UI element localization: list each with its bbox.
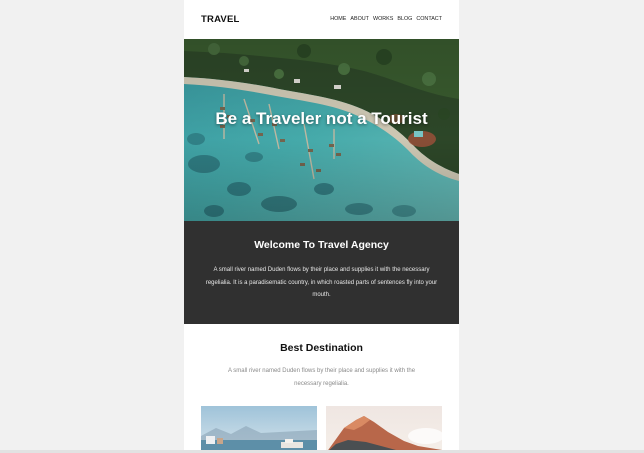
coast-photo: [201, 406, 317, 453]
destination-image-coast[interactable]: [201, 406, 317, 453]
hero-aerial-image: [184, 39, 459, 221]
mountain-photo: [326, 406, 442, 453]
email-header: TRAVEL HOME ABOUT WORKS BLOG CONTACT: [184, 0, 459, 39]
welcome-paragraph: A small river named Duden flows by their…: [205, 267, 438, 298]
nav-works-link[interactable]: WORKS: [373, 15, 393, 23]
destination-image-mountain[interactable]: [326, 406, 442, 453]
welcome-heading: Welcome To Travel Agency: [254, 239, 389, 251]
main-nav: HOME ABOUT WORKS BLOG CONTACT: [330, 15, 442, 23]
welcome-section: Welcome To Travel Agency A small river n…: [184, 221, 459, 324]
brand-logo[interactable]: TRAVEL: [201, 14, 240, 25]
destination-heading: Best Destination: [280, 342, 363, 354]
nav-home-link[interactable]: HOME: [330, 15, 346, 23]
email-template: TRAVEL HOME ABOUT WORKS BLOG CONTACT Be …: [184, 0, 459, 453]
destination-paragraph: A small river named Duden flows by their…: [227, 368, 416, 387]
nav-about-link[interactable]: ABOUT: [350, 15, 369, 23]
nav-contact-link[interactable]: CONTACT: [416, 15, 442, 23]
nav-blog-link[interactable]: BLOG: [397, 15, 412, 23]
hero-heading: Be a Traveler not a Tourist: [215, 109, 428, 128]
hero-banner: Be a Traveler not a Tourist: [184, 39, 459, 221]
